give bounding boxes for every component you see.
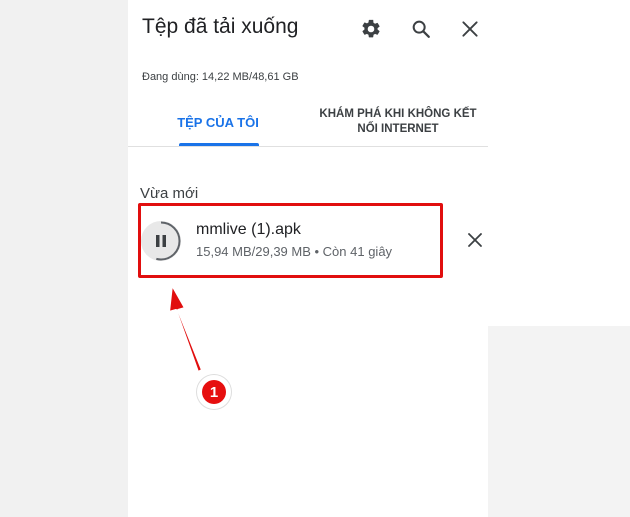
- annotation-arrow-icon: [168, 284, 203, 373]
- annotation-badge-number: 1: [202, 380, 226, 404]
- annotation-badge: 1: [197, 375, 231, 409]
